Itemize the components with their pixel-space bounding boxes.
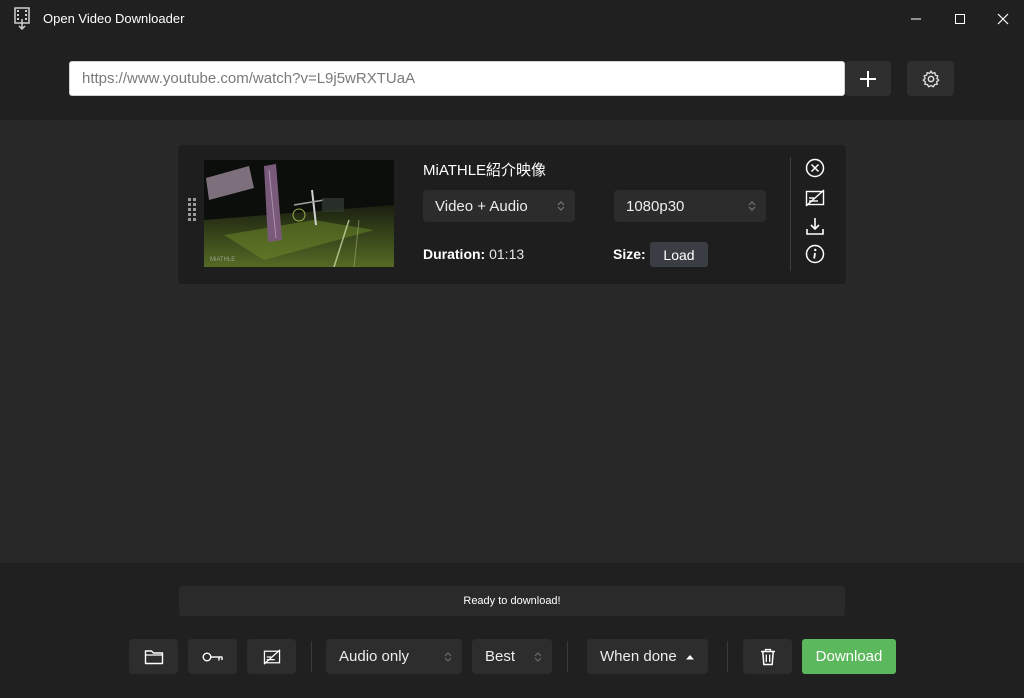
plus-icon	[860, 70, 876, 87]
settings-button[interactable]	[907, 61, 954, 96]
download-all-button[interactable]: Download	[802, 639, 896, 674]
minimize-button[interactable]	[893, 0, 939, 38]
download-type-value: Audio only	[339, 648, 410, 665]
download-single-button[interactable]	[804, 215, 826, 237]
select-arrows-icon	[748, 201, 756, 211]
caret-up-icon	[685, 654, 694, 659]
window-title: Open Video Downloader	[43, 11, 185, 26]
duration-line: Duration: 01:13	[423, 246, 524, 262]
url-bar	[0, 38, 1024, 120]
quality-select-value: 1080p30	[626, 197, 685, 215]
minimize-icon	[911, 18, 921, 20]
quality-select[interactable]: 1080p30	[614, 190, 766, 222]
film-download-icon	[12, 7, 32, 31]
format-select[interactable]: Video + Audio	[423, 190, 575, 222]
global-quality-value: Best	[485, 648, 516, 665]
when-done-dropdown[interactable]: When done	[587, 639, 708, 674]
when-done-label: When done	[600, 648, 677, 665]
subtitles-off-icon	[263, 648, 280, 665]
folder-icon	[144, 649, 163, 664]
video-card: MiATHLE MiATHLE紹介映像 Video + Audio 1080p3…	[178, 145, 846, 284]
size-line: Size:	[613, 246, 646, 262]
global-quality-select[interactable]: Best	[472, 639, 552, 674]
select-arrows-icon	[444, 652, 452, 662]
footer-divider	[567, 641, 568, 672]
add-video-button[interactable]	[845, 61, 891, 96]
subtitles-toggle-button[interactable]	[804, 187, 826, 209]
open-folder-button[interactable]	[129, 639, 178, 674]
select-arrows-icon	[557, 201, 565, 211]
download-icon	[806, 218, 824, 235]
url-input[interactable]	[69, 61, 845, 96]
size-label: Size:	[613, 246, 646, 262]
video-title: MiATHLE紹介映像	[423, 162, 547, 179]
duration-label: Duration:	[423, 246, 486, 262]
maximize-button[interactable]	[937, 0, 983, 38]
footer-bar: Ready to download! Audio only Best When …	[0, 563, 1024, 698]
maximize-icon	[955, 14, 965, 24]
title-bar: Open Video Downloader	[0, 0, 1024, 38]
circle-x-icon	[805, 158, 825, 178]
download-type-select[interactable]: Audio only	[326, 639, 462, 674]
gear-icon	[922, 69, 939, 87]
authentication-button[interactable]	[188, 639, 237, 674]
format-select-value: Video + Audio	[435, 197, 528, 215]
select-arrows-icon	[534, 652, 542, 662]
thumbnail-watermark: MiATHLE	[210, 257, 235, 263]
global-subtitles-button[interactable]	[247, 639, 296, 674]
drag-handle-icon[interactable]	[186, 197, 198, 225]
video-thumbnail: MiATHLE	[204, 160, 394, 267]
video-info-button[interactable]	[804, 243, 826, 265]
clear-all-button[interactable]	[743, 639, 792, 674]
trash-icon	[760, 648, 775, 665]
duration-value: 01:13	[489, 246, 525, 262]
key-icon	[202, 652, 223, 661]
close-window-button[interactable]	[980, 0, 1024, 38]
status-message: Ready to download!	[179, 586, 845, 616]
close-icon	[997, 13, 1009, 25]
footer-divider	[311, 641, 312, 672]
subtitles-off-icon	[805, 189, 825, 207]
remove-video-button[interactable]	[804, 157, 826, 179]
card-divider	[790, 157, 791, 271]
info-icon	[805, 244, 825, 264]
load-size-button[interactable]: Load	[650, 242, 708, 267]
footer-divider	[727, 641, 728, 672]
